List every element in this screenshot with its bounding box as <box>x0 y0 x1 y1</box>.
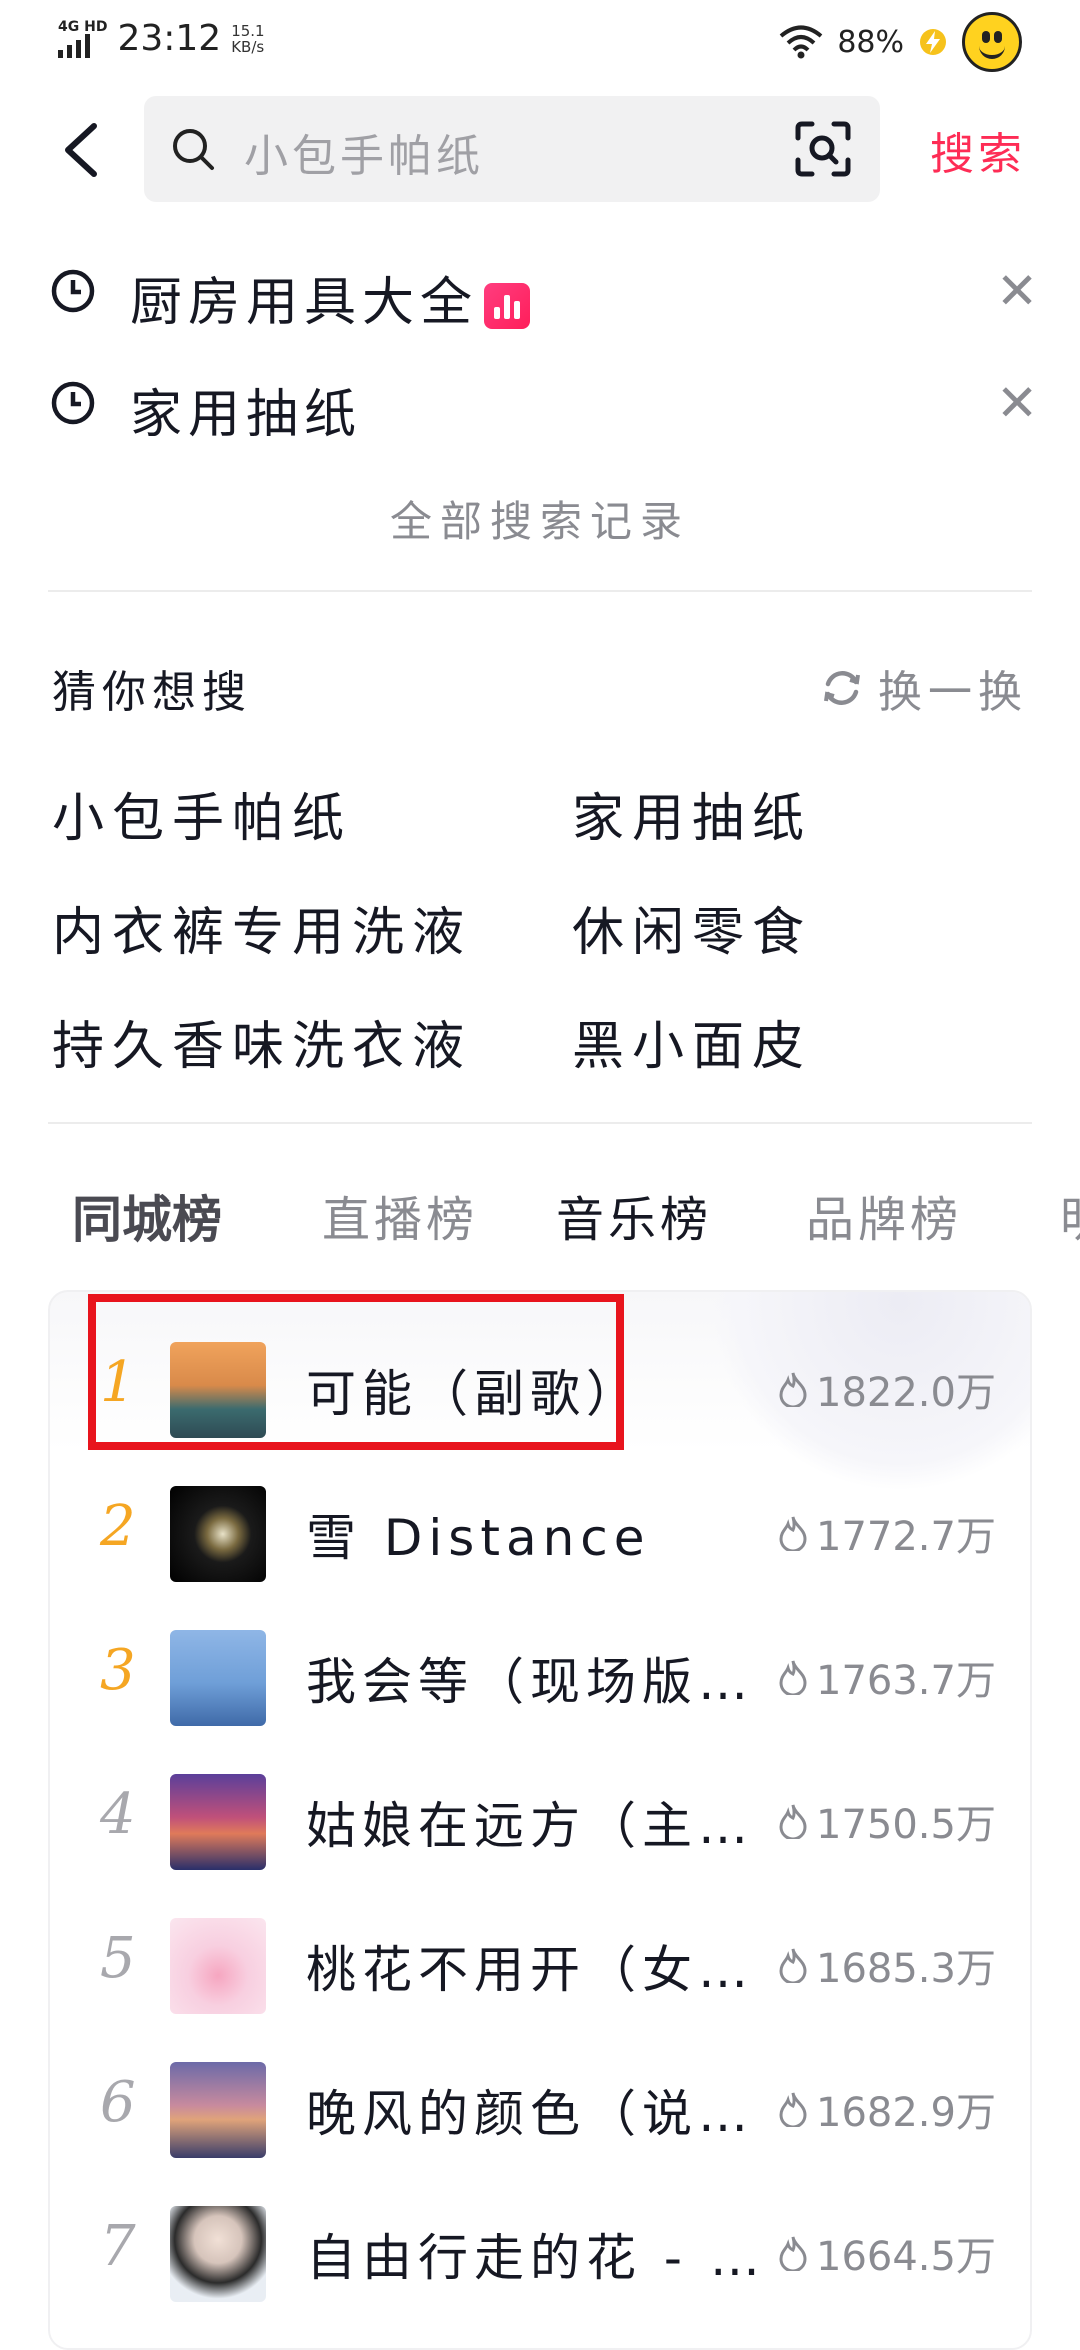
album-cover <box>170 2062 266 2158</box>
ranking-row[interactable]: 6 晚风的颜色（说唱… 1682.9万 <box>48 2050 1032 2170</box>
rank-number: 6 <box>100 2070 136 2135</box>
ranking-row[interactable]: 3 我会等（现场版1） 1763.7万 <box>48 1618 1032 1738</box>
guess-title: 猜你想搜 <box>52 667 252 718</box>
album-cover <box>170 1630 266 1726</box>
guess-item[interactable]: 内衣裤专用洗液 <box>52 890 472 965</box>
chevron-left-icon <box>65 123 97 177</box>
refresh-label: 换一换 <box>878 667 1028 718</box>
status-right: 88% <box>779 12 1022 72</box>
heat-value: 1822.0万 <box>816 1370 996 1416</box>
clock-icon <box>51 269 95 313</box>
divider <box>48 1122 1032 1124</box>
refresh-button[interactable]: 换一换 <box>820 656 1028 720</box>
heat-value: 1664.5万 <box>816 2234 996 2280</box>
network-speed-unit: KB/s <box>231 37 265 56</box>
history-item[interactable]: 家用抽纸 ✕ <box>48 356 1038 456</box>
tab-local[interactable]: 同城榜 <box>72 1180 222 1252</box>
rank-number: 7 <box>100 2214 136 2279</box>
network-type: 4G HD <box>58 18 108 35</box>
history-text: 家用抽纸 <box>130 385 363 445</box>
heat-value: 1682.9万 <box>816 2090 996 2136</box>
close-icon[interactable]: ✕ <box>996 262 1038 320</box>
divider <box>48 590 1032 592</box>
ranking-row[interactable]: 7 自由行走的花 - … 1664.5万 <box>48 2194 1032 2314</box>
wifi-icon <box>780 25 823 59</box>
battery-percent: 88% <box>837 24 904 60</box>
rank-number: 3 <box>100 1638 136 1703</box>
status-bar: 4G HD 23:12 15.1 KB/s 88% <box>0 0 1080 80</box>
flame-icon <box>779 1660 807 1695</box>
tab-live[interactable]: 直播榜 <box>322 1180 478 1250</box>
song-title: 我会等（现场版1） <box>306 1653 776 1711</box>
album-cover <box>170 1774 266 1870</box>
ranking-row[interactable]: 5 桃花不用开（女版） 1685.3万 <box>48 1906 1032 2026</box>
highlight-box <box>88 1294 624 1450</box>
tab-more[interactable]: 明 <box>1060 1180 1080 1250</box>
refresh-icon <box>824 671 860 705</box>
flame-icon <box>779 1516 807 1551</box>
ranking-row[interactable]: 2 雪 Distance 1772.7万 <box>48 1474 1032 1594</box>
flame-icon <box>779 2092 807 2127</box>
flame-icon <box>779 1372 807 1407</box>
song-title: 姑娘在远方（主歌） <box>306 1797 776 1855</box>
heat-value: 1685.3万 <box>816 1946 996 1992</box>
signal-icon <box>58 33 90 58</box>
network-speed: 15.1 <box>231 21 265 40</box>
charging-icon <box>920 29 946 55</box>
album-cover <box>170 1486 266 1582</box>
tab-music[interactable]: 音乐榜 <box>556 1180 712 1250</box>
flame-icon <box>779 1948 807 1983</box>
song-title: 自由行走的花 - … <box>306 2229 766 2287</box>
tab-brand[interactable]: 品牌榜 <box>806 1180 962 1250</box>
image-search-icon[interactable] <box>794 120 852 178</box>
search-icon <box>173 129 214 170</box>
clock-time: 23:12 <box>117 18 222 59</box>
song-title: 雪 Distance <box>306 1509 651 1567</box>
album-cover <box>170 1918 266 2014</box>
rank-number: 2 <box>100 1494 136 1559</box>
close-icon[interactable]: ✕ <box>996 374 1038 432</box>
flame-icon <box>779 1804 807 1839</box>
trending-chart-icon <box>484 283 531 329</box>
back-button[interactable] <box>58 120 106 180</box>
rank-number: 4 <box>100 1782 136 1847</box>
heat-value: 1772.7万 <box>816 1514 996 1560</box>
song-title: 晚风的颜色（说唱… <box>306 2085 776 2143</box>
guess-item[interactable]: 休闲零食 <box>572 890 812 965</box>
status-left: 4G HD 23:12 15.1 KB/s <box>58 18 265 59</box>
all-history-link[interactable]: 全部搜索记录 <box>0 488 1080 549</box>
guess-item[interactable]: 黑小面皮 <box>572 1004 812 1079</box>
guess-item[interactable]: 持久香味洗衣液 <box>52 1004 472 1079</box>
search-button[interactable]: 搜索 <box>930 118 1026 182</box>
smiley-icon <box>962 12 1022 72</box>
rank-number: 5 <box>100 1926 136 1991</box>
album-cover <box>170 2206 266 2302</box>
search-placeholder: 小包手帕纸 <box>244 131 484 182</box>
clock-icon <box>51 381 95 425</box>
ranking-row[interactable]: 4 姑娘在远方（主歌） 1750.5万 <box>48 1762 1032 1882</box>
heat-value: 1750.5万 <box>816 1802 996 1848</box>
history-text: 厨房用具大全 <box>130 273 479 333</box>
guess-item[interactable]: 家用抽纸 <box>572 776 812 851</box>
search-input[interactable]: 小包手帕纸 <box>144 96 880 202</box>
song-title: 桃花不用开（女版） <box>306 1941 776 1999</box>
flame-icon <box>779 2236 807 2271</box>
heat-value: 1763.7万 <box>816 1658 996 1704</box>
history-item[interactable]: 厨房用具大全 ✕ <box>48 244 1038 344</box>
guess-item[interactable]: 小包手帕纸 <box>52 776 352 851</box>
